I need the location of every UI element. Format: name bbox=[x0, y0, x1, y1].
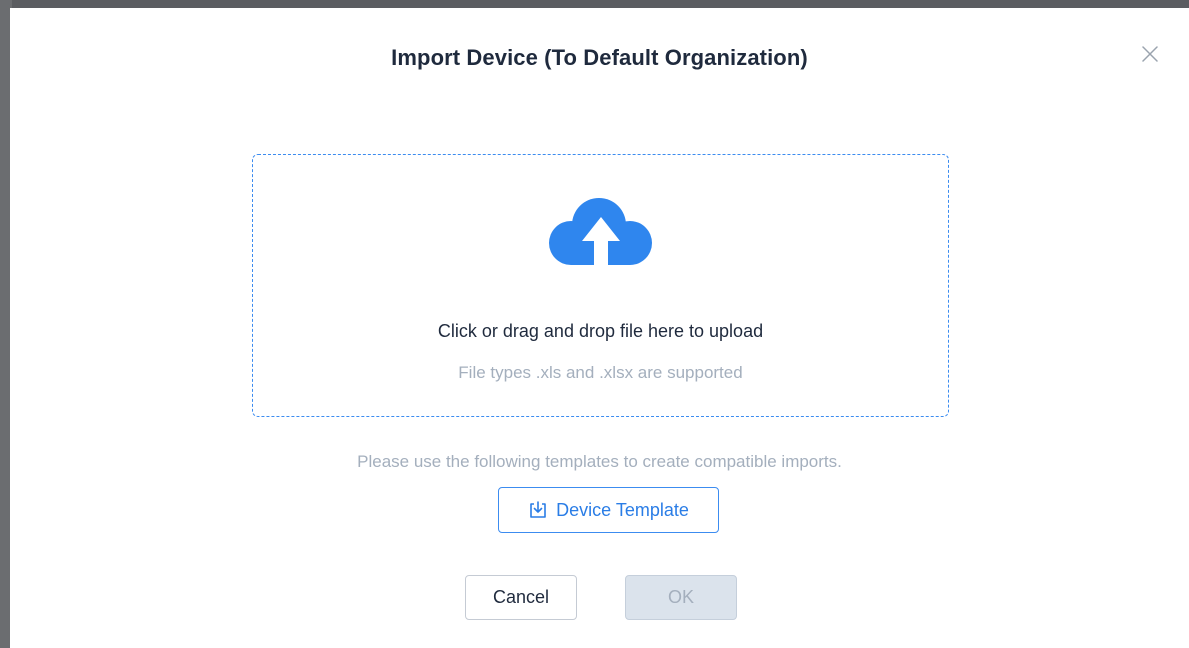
close-icon bbox=[1138, 42, 1162, 66]
device-template-label: Device Template bbox=[556, 499, 689, 520]
close-button[interactable] bbox=[1138, 42, 1162, 66]
download-icon bbox=[528, 500, 548, 520]
ok-button[interactable]: OK bbox=[625, 575, 737, 620]
cloud-upload-icon bbox=[547, 195, 655, 273]
import-device-dialog: Import Device (To Default Organization) … bbox=[10, 8, 1189, 648]
device-template-button[interactable]: Device Template bbox=[498, 487, 719, 533]
template-hint-text: Please use the following templates to cr… bbox=[357, 452, 842, 471]
cancel-button[interactable]: Cancel bbox=[465, 575, 577, 620]
file-upload-dropzone[interactable]: Click or drag and drop file here to uplo… bbox=[252, 154, 949, 417]
dropzone-primary-text: Click or drag and drop file here to uplo… bbox=[437, 321, 764, 341]
dialog-title: Import Device (To Default Organization) bbox=[391, 45, 808, 70]
dropzone-supported-types: File types .xls and .xlsx are supported bbox=[458, 363, 743, 382]
